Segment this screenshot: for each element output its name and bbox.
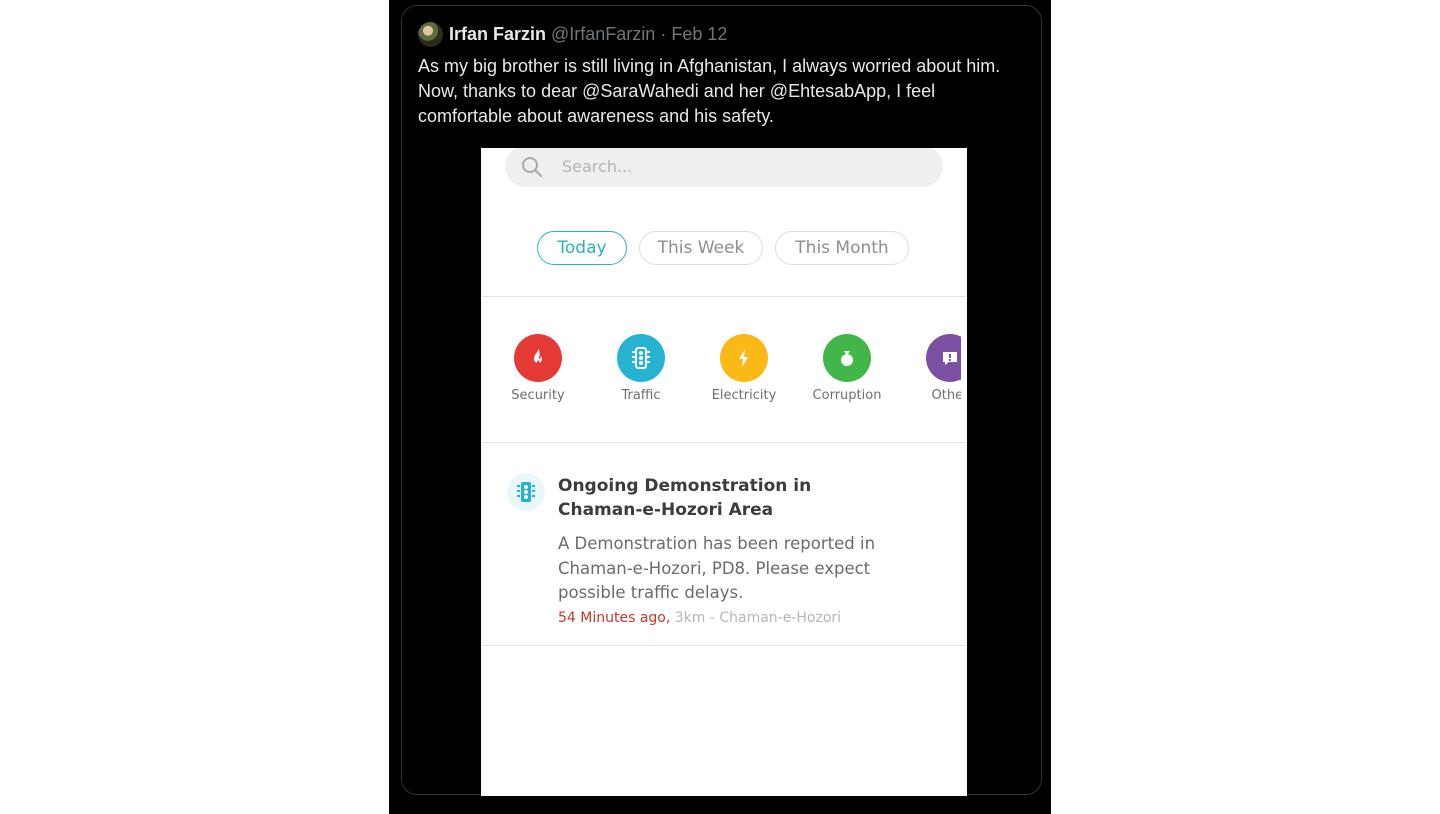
lightning-icon — [720, 334, 768, 382]
fire-icon — [514, 334, 562, 382]
category-other[interactable]: Other — [900, 334, 961, 403]
report-time: 54 Minutes ago, — [558, 610, 671, 626]
category-label: Corruption — [812, 388, 882, 403]
report-description: A Demonstration has been reported in Cha… — [558, 534, 876, 602]
report-meta: 54 Minutes ago, 3km - Chaman-e-Hozori — [558, 610, 841, 626]
category-label: Traffic — [621, 388, 661, 403]
divider — [481, 442, 967, 443]
category-electricity[interactable]: Electricity — [694, 334, 794, 403]
report-title: Ongoing Demonstration in Chaman-e-Hozori… — [558, 476, 812, 520]
traffic-light-icon — [617, 334, 665, 382]
tab-this-week[interactable]: This Week — [639, 231, 763, 265]
exclamation-icon — [926, 334, 961, 382]
traffic-light-icon — [507, 473, 545, 511]
category-traffic[interactable]: Traffic — [591, 334, 691, 403]
tweet-card[interactable]: Irfan Farzin @IrfanFarzin · Feb 12 As my… — [401, 5, 1042, 796]
divider — [481, 296, 967, 297]
tab-this-month[interactable]: This Month — [775, 231, 909, 265]
author-handle[interactable]: @IrfanFarzin — [551, 24, 655, 45]
search-icon — [522, 156, 542, 177]
avatar[interactable] — [418, 21, 443, 47]
category-row: Security Traffic Electricity Corruption … — [481, 334, 961, 414]
tweet-media-image[interactable]: Today This Week This Month Security — [481, 148, 967, 796]
tweet-header: Irfan Farzin @IrfanFarzin · Feb 12 — [418, 20, 727, 48]
report-location: 3km - Chaman-e-Hozori — [670, 610, 842, 626]
category-label: Security — [511, 388, 565, 403]
money-bag-icon — [823, 334, 871, 382]
author-name[interactable]: Irfan Farzin — [449, 24, 546, 45]
divider — [481, 645, 967, 646]
separator-dot: · — [660, 23, 667, 44]
category-corruption[interactable]: Corruption — [797, 334, 897, 403]
tab-today[interactable]: Today — [537, 231, 627, 265]
search-input[interactable] — [560, 156, 914, 177]
tweet-date[interactable]: Feb 12 — [671, 24, 727, 45]
tweet-text: As my big brother is still living in Afg… — [418, 56, 1001, 126]
category-security[interactable]: Security — [488, 334, 588, 403]
date-filter-tabs: Today This Week This Month — [537, 231, 921, 265]
category-label: Electricity — [711, 388, 777, 403]
category-label: Other — [931, 388, 961, 403]
search-bar[interactable] — [505, 148, 943, 187]
screenshot-background: Irfan Farzin @IrfanFarzin · Feb 12 As my… — [389, 0, 1051, 814]
